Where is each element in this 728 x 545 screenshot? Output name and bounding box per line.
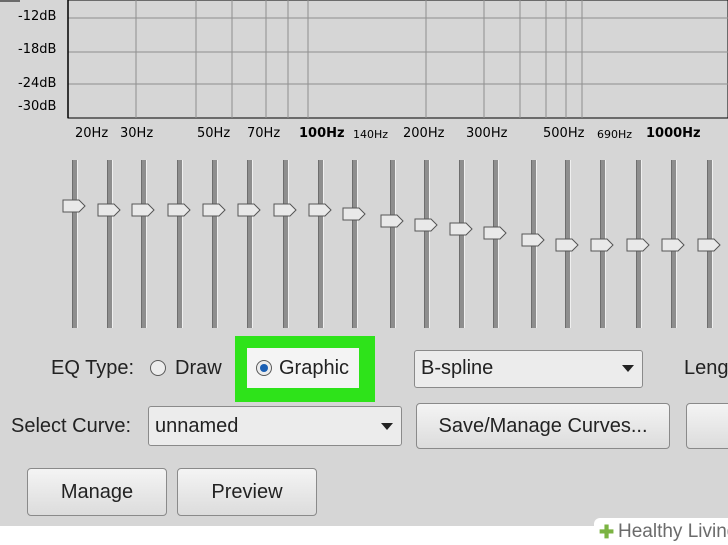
db-label-minus12: -12dB xyxy=(18,9,57,24)
freq-label-50hz: 50Hz xyxy=(197,126,231,141)
freq-label-70hz: 70Hz xyxy=(247,126,281,141)
eq-slider-track[interactable] xyxy=(107,160,113,328)
eq-slider-track[interactable] xyxy=(141,160,147,328)
save-manage-curves-button[interactable]: Save/Manage Curves... xyxy=(416,403,670,449)
freq-label-500hz: 500Hz xyxy=(543,126,585,141)
eq-slider-track[interactable] xyxy=(493,160,499,328)
chevron-down-icon xyxy=(381,423,393,430)
curve-select-value: unnamed xyxy=(155,415,239,437)
eq-slider-thumb[interactable] xyxy=(414,218,438,232)
eq-slider-thumb[interactable] xyxy=(167,203,191,217)
freq-label-30hz: 30Hz xyxy=(120,126,154,141)
eq-slider-track[interactable] xyxy=(212,160,218,328)
freq-label-140hz: 140Hz xyxy=(353,128,389,141)
freq-label-300hz: 300Hz xyxy=(466,126,508,141)
equalizer-window: -12dB -18dB -24dB -30dB 20Hz 30Hz 50Hz 7… xyxy=(0,0,728,545)
graphic-radio[interactable] xyxy=(256,360,272,376)
interpolation-select-value: B-spline xyxy=(421,357,494,379)
preview-button[interactable]: Preview xyxy=(177,468,317,516)
db-label-minus24: -24dB xyxy=(18,76,57,91)
freq-label-690hz: 690Hz xyxy=(597,128,633,141)
db-label-minus18: -18dB xyxy=(18,42,57,57)
eq-slider-thumb[interactable] xyxy=(521,233,545,247)
eq-slider-thumb[interactable] xyxy=(97,203,121,217)
eq-slider-track[interactable] xyxy=(318,160,324,328)
freq-label-200hz: 200Hz xyxy=(403,126,445,141)
eq-slider-thumb[interactable] xyxy=(555,238,579,252)
interpolation-select[interactable]: B-spline xyxy=(414,350,643,388)
eq-slider-thumb[interactable] xyxy=(308,203,332,217)
eq-slider-track[interactable] xyxy=(72,160,78,328)
select-curve-label: Select Curve: xyxy=(11,415,132,437)
eq-slider-track[interactable] xyxy=(390,160,396,328)
graphic-radio-label[interactable]: Graphic xyxy=(279,357,349,380)
eq-slider-thumb[interactable] xyxy=(237,203,261,217)
eq-slider-thumb[interactable] xyxy=(626,238,650,252)
eq-slider-thumb[interactable] xyxy=(62,199,86,213)
eq-slider-thumb[interactable] xyxy=(342,207,366,221)
eq-slider-thumb[interactable] xyxy=(131,203,155,217)
healthy-living-watermark: ✚ Healthy Living xyxy=(594,518,728,545)
freq-label-20hz: 20Hz xyxy=(75,126,109,141)
eq-slider-track[interactable] xyxy=(177,160,183,328)
draw-radio[interactable] xyxy=(150,360,166,376)
eq-graph[interactable] xyxy=(0,0,728,122)
eq-slider-thumb[interactable] xyxy=(697,238,721,252)
eq-slider-thumb[interactable] xyxy=(380,214,404,228)
eq-slider-thumb[interactable] xyxy=(449,222,473,236)
manage-button[interactable]: Manage xyxy=(27,468,167,516)
db-label-minus30: -30dB xyxy=(18,99,57,114)
chevron-down-icon xyxy=(622,365,634,372)
draw-radio-label[interactable]: Draw xyxy=(175,357,222,380)
eq-slider-track[interactable] xyxy=(247,160,253,328)
eq-slider-track[interactable] xyxy=(424,160,430,328)
eq-slider-thumb[interactable] xyxy=(202,203,226,217)
eq-slider-thumb[interactable] xyxy=(590,238,614,252)
length-label: Leng xyxy=(684,357,728,379)
eq-slider-thumb[interactable] xyxy=(483,226,507,240)
eq-slider-thumb[interactable] xyxy=(661,238,685,252)
watermark-brand-text: Healthy Living xyxy=(618,521,728,542)
plus-logo-icon: ✚ xyxy=(599,522,615,542)
clipped-right-button[interactable] xyxy=(686,403,728,449)
eq-slider-track[interactable] xyxy=(459,160,465,328)
freq-label-1000hz: 1000Hz xyxy=(646,126,701,141)
eq-slider-track[interactable] xyxy=(283,160,289,328)
eq-type-label: EQ Type: xyxy=(51,357,135,379)
eq-slider-thumb[interactable] xyxy=(273,203,297,217)
eq-slider-track[interactable] xyxy=(352,160,358,328)
freq-label-100hz: 100Hz xyxy=(299,126,345,141)
curve-select[interactable]: unnamed xyxy=(148,406,402,446)
